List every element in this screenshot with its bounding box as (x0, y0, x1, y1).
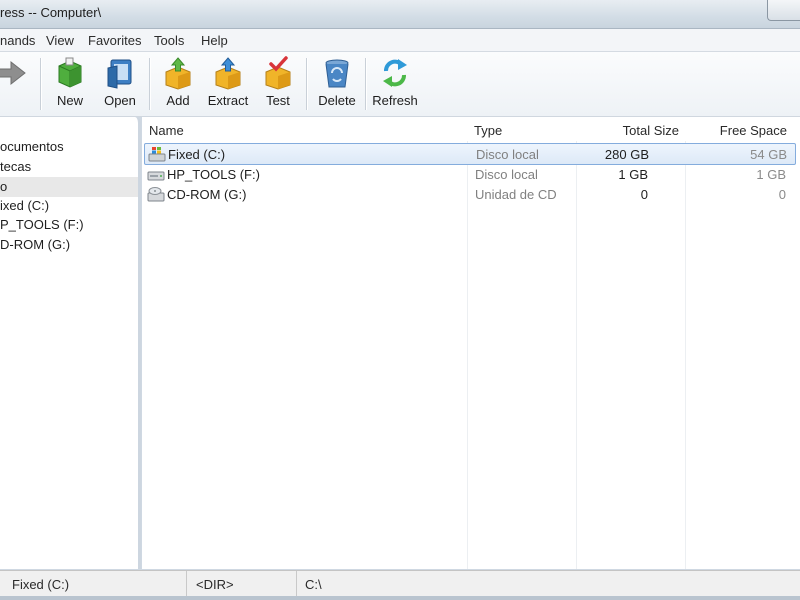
add-to-archive-icon (165, 57, 191, 90)
column-header-type[interactable]: Type (474, 123, 502, 138)
tree-item-documentos[interactable]: ocumentos (0, 139, 64, 157)
title-bar: ress -- Computer\ (0, 0, 800, 29)
open-button-label: Open (104, 93, 136, 108)
list-header: Name Type Total Size Free Space (142, 117, 800, 141)
test-archive-icon (265, 56, 291, 90)
test-button[interactable]: Test (256, 54, 300, 114)
row-type: Disco local (476, 147, 539, 162)
menu-help[interactable]: Help (201, 33, 228, 48)
tree-item-fixed-c[interactable]: ixed (C:) (0, 198, 49, 216)
folder-tree: ocumentos tecas o ixed (C:) P_TOOLS (F:)… (0, 117, 141, 569)
status-cell-name: Fixed (C:) (0, 571, 187, 597)
menu-bar: nands View Favorites Tools Help (0, 29, 800, 52)
window-control-button[interactable] (767, 0, 800, 21)
refresh-button[interactable]: Refresh (370, 54, 420, 114)
hard-drive-icon (147, 171, 165, 181)
cd-drive-icon (147, 187, 165, 202)
row-free-space: 0 (778, 187, 786, 202)
table-row[interactable]: HP_TOOLS (F:) Disco local 1 GB 1 GB (144, 164, 794, 184)
column-header-free-space[interactable]: Free Space (720, 123, 787, 138)
window-title: ress -- Computer\ (0, 5, 102, 20)
delete-button[interactable]: Delete (314, 54, 360, 114)
add-button[interactable]: Add (156, 54, 200, 114)
toolbar-separator (149, 58, 150, 110)
menu-commands[interactable]: nands (0, 33, 35, 48)
status-cell-kind: <DIR> (186, 571, 297, 597)
tree-item-cd-rom[interactable]: D-ROM (G:) (0, 237, 70, 255)
toolbar-separator (306, 58, 307, 110)
extract-archive-icon (215, 57, 241, 90)
menu-favorites[interactable]: Favorites (88, 33, 141, 48)
menu-tools[interactable]: Tools (154, 33, 184, 48)
delete-button-label: Delete (318, 93, 356, 108)
row-name: HP_TOOLS (F:) (167, 167, 260, 182)
recycle-bin-icon (325, 59, 349, 88)
tree-item-equipo[interactable]: o (0, 177, 138, 197)
column-header-total-size[interactable]: Total Size (623, 123, 679, 138)
row-total-size: 1 GB (618, 167, 648, 182)
refresh-button-label: Refresh (372, 93, 418, 108)
open-archive-icon (107, 59, 132, 89)
status-name: Fixed (C:) (12, 577, 70, 592)
extract-button[interactable]: Extract (204, 54, 252, 114)
row-type: Disco local (475, 167, 538, 182)
row-type: Unidad de CD (475, 187, 557, 202)
status-bar: Fixed (C:) <DIR> C:\ (0, 570, 800, 597)
column-header-name[interactable]: Name (149, 123, 184, 138)
row-total-size: 0 (640, 187, 648, 202)
tree-item-bibliotecas[interactable]: tecas (0, 159, 31, 177)
window-bottom-border (0, 596, 800, 600)
new-archive-icon (58, 57, 82, 88)
hard-drive-windows-icon (148, 147, 166, 162)
status-path: C:\ (305, 577, 322, 592)
file-list: Name Type Total Size Free Space Fixed (C… (142, 117, 800, 569)
test-button-label: Test (266, 93, 290, 108)
toolbar-separator (365, 58, 366, 110)
extract-button-label: Extract (207, 93, 249, 108)
row-name: Fixed (C:) (168, 147, 226, 162)
status-cell-path: C:\ (296, 571, 799, 597)
refresh-icon (383, 59, 407, 87)
add-button-label: Add (166, 93, 190, 108)
toolbar: New Open Add Extract Test Delete Refresh (0, 52, 800, 117)
toolbar-separator (40, 58, 41, 110)
tree-item-hp-tools[interactable]: P_TOOLS (F:) (0, 217, 84, 235)
new-button-label: New (56, 93, 83, 108)
new-button[interactable]: New (48, 54, 92, 114)
row-free-space: 54 GB (750, 147, 787, 162)
open-button[interactable]: Open (98, 54, 142, 114)
forward-button[interactable] (0, 54, 34, 114)
row-free-space: 1 GB (756, 167, 786, 182)
arrow-right-icon (0, 60, 26, 86)
row-total-size: 280 GB (604, 147, 649, 162)
table-row[interactable]: Fixed (C:) Disco local 280 GB 54 GB (144, 143, 796, 165)
row-name: CD-ROM (G:) (167, 187, 247, 202)
table-row[interactable]: CD-ROM (G:) Unidad de CD 0 0 (144, 184, 794, 204)
status-kind: <DIR> (196, 577, 234, 592)
menu-view[interactable]: View (46, 33, 74, 48)
